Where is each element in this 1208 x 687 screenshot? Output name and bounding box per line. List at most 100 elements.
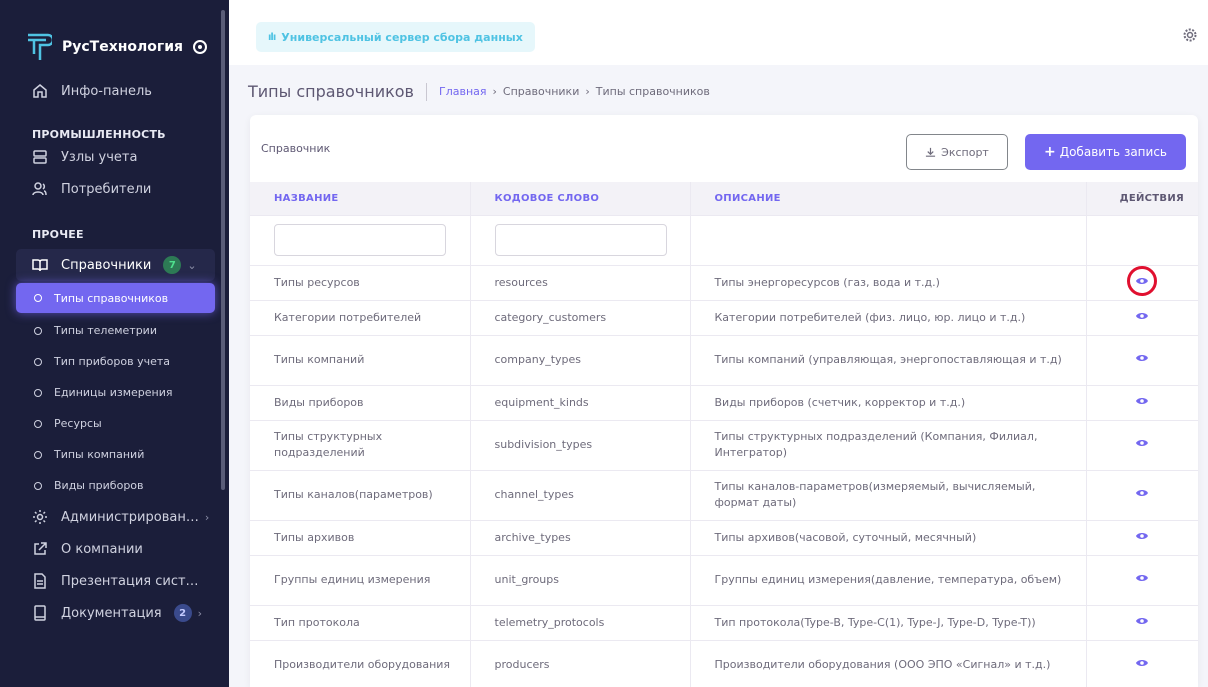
external-link-icon (32, 541, 48, 557)
cell-actions (1086, 419, 1198, 470)
breadcrumb-home[interactable]: Главная (439, 85, 487, 98)
sub-item-meter-types[interactable]: Тип приборов учета (0, 346, 229, 377)
nav-about-label: О компании (61, 541, 143, 557)
eye-icon[interactable] (1135, 531, 1149, 541)
circle-icon (34, 388, 42, 397)
eye-icon[interactable] (1135, 616, 1149, 626)
cell-name: Виды приборов (250, 384, 471, 420)
table-row[interactable]: Категории потребителей category_customer… (250, 299, 1198, 335)
title-divider (425, 82, 427, 101)
book-open-icon (32, 257, 48, 273)
cell-code: equipment_kinds (470, 384, 691, 420)
cell-description: Типы каналов-параметров(измеряемый, вычи… (690, 469, 1087, 520)
sub-item-units[interactable]: Единицы измерения (0, 377, 229, 408)
brand-logo-icon (28, 33, 52, 60)
settings-gear-icon[interactable] (1182, 27, 1198, 43)
column-header-name[interactable]: НАЗВАНИЕ (250, 182, 471, 215)
eye-icon[interactable] (1135, 396, 1149, 406)
table-row[interactable]: Типы архивов archive_types Типы архивов(… (250, 519, 1198, 555)
cell-code: unit_groups (470, 554, 691, 605)
sidebar-scrollbar[interactable] (221, 10, 225, 490)
nav-about[interactable]: О компании (0, 533, 229, 565)
filter-cell (470, 214, 691, 265)
cell-actions (1086, 384, 1198, 420)
nav-consumers-label: Потребители (61, 181, 152, 197)
cell-actions (1086, 639, 1198, 687)
sub-item-reference-types[interactable]: Типы справочников (16, 283, 215, 313)
chevron-right-icon: › (204, 510, 210, 524)
page-title: Типы справочников (248, 82, 414, 101)
nav-docs[interactable]: Документация 2 › (0, 597, 229, 629)
gear-icon (32, 509, 48, 525)
breadcrumb-references[interactable]: Справочники (503, 85, 579, 98)
nav-references[interactable]: Справочники 7 ⌄ (16, 249, 215, 281)
cell-name: Производители оборудования (250, 639, 471, 687)
column-header-description[interactable]: ОПИСАНИЕ (690, 182, 1087, 215)
eye-icon[interactable] (1135, 311, 1149, 321)
table-row[interactable]: Группы единиц измерения unit_groups Груп… (250, 554, 1198, 605)
cell-actions (1086, 299, 1198, 335)
circle-icon (34, 481, 42, 490)
chevron-down-icon: ⌄ (187, 258, 197, 272)
circle-icon (34, 294, 42, 302)
sub-item-company-types[interactable]: Типы компаний (0, 439, 229, 470)
nav-admin-label: Администрирован… (61, 509, 199, 525)
table-row[interactable]: Типы компаний company_types Типы компани… (250, 334, 1198, 385)
section-other: ПРОЧЕЕ (32, 228, 84, 241)
cell-name: Типы архивов (250, 519, 471, 555)
eye-icon[interactable] (1135, 438, 1149, 448)
table-row[interactable]: Типы структурных подразделений subdivisi… (250, 419, 1198, 470)
table-row[interactable]: Типы ресурсов resources Типы энергоресур… (250, 264, 1198, 300)
table-row[interactable]: Виды приборов equipment_kinds Виды прибо… (250, 384, 1198, 420)
sub-item-device-kinds[interactable]: Виды приборов (0, 470, 229, 501)
view-action[interactable] (1127, 265, 1158, 296)
section-industry: ПРОМЫШЛЕННОСТЬ (32, 128, 166, 141)
export-button-label: Экспорт (941, 145, 989, 159)
eye-icon[interactable] (1135, 573, 1149, 583)
cell-description: Виды приборов (счетчик, корректор и т.д.… (690, 384, 1087, 420)
cell-name: Типы ресурсов (250, 264, 471, 300)
cell-code: resources (470, 264, 691, 300)
breadcrumb-separator-icon: › (492, 85, 497, 98)
breadcrumb-separator-icon: › (585, 85, 590, 98)
eye-icon[interactable] (1135, 353, 1149, 363)
cell-description: Типы архивов(часовой, суточный, месячный… (690, 519, 1087, 555)
nav-docs-label: Документация (61, 605, 162, 621)
sub-item-telemetry-types[interactable]: Типы телеметрии (0, 315, 229, 346)
nav-presentation[interactable]: Презентация сист… (0, 565, 229, 597)
eye-icon[interactable] (1135, 488, 1149, 498)
add-record-button-label: Добавить запись (1059, 145, 1167, 159)
export-button[interactable]: Экспорт (906, 134, 1008, 170)
eye-icon[interactable] (1135, 658, 1149, 668)
table-row[interactable]: Типы каналов(параметров) channel_types Т… (250, 469, 1198, 520)
cell-code: category_customers (470, 299, 691, 335)
page-header: Типы справочников Главная › Справочники › Ти… (248, 82, 710, 101)
filter-cell (1086, 214, 1198, 265)
nav-consumers[interactable]: Потребители (0, 173, 229, 205)
sidebar-toggle-icon[interactable] (193, 40, 208, 54)
nav-dashboard[interactable]: Инфо-панель (0, 75, 229, 107)
file-text-icon (32, 573, 48, 589)
sub-item-label: Тип приборов учета (54, 355, 171, 368)
table-row[interactable]: Тип протокола telemetry_protocols Тип пр… (250, 604, 1198, 640)
nav-presentation-label: Презентация сист… (61, 573, 199, 589)
plus-icon: + (1043, 144, 1056, 160)
code-filter-input[interactable] (494, 224, 667, 256)
card-title: Справочник (261, 142, 331, 155)
nav-meters[interactable]: Узлы учета (0, 141, 229, 173)
references-table: НАЗВАНИЕ КОДОВОЕ СЛОВО ОПИСАНИЕ ДЕЙСТВИЯ… (250, 182, 1198, 687)
cell-name: Типы каналов(параметров) (250, 469, 471, 520)
nav-admin[interactable]: Администрирован… › (0, 501, 229, 533)
brand[interactable]: РусТехнология (0, 27, 229, 67)
breadcrumb-current: Типы справочников (595, 85, 710, 98)
name-filter-input[interactable] (274, 224, 446, 256)
cell-code: telemetry_protocols (470, 604, 691, 640)
server-chip[interactable]: ılı Универсальный сервер сбора данных (256, 22, 535, 52)
sub-item-resources[interactable]: Ресурсы (0, 408, 229, 439)
add-record-button[interactable]: + Добавить запись (1025, 134, 1186, 170)
server-icon (32, 149, 48, 165)
sub-item-label: Типы справочников (54, 291, 169, 305)
cell-description: Тип протокола(Type-B, Type-C(1), Type-J,… (690, 604, 1087, 640)
column-header-code[interactable]: КОДОВОЕ СЛОВО (470, 182, 691, 215)
table-row[interactable]: Производители оборудования producers Про… (250, 639, 1198, 687)
